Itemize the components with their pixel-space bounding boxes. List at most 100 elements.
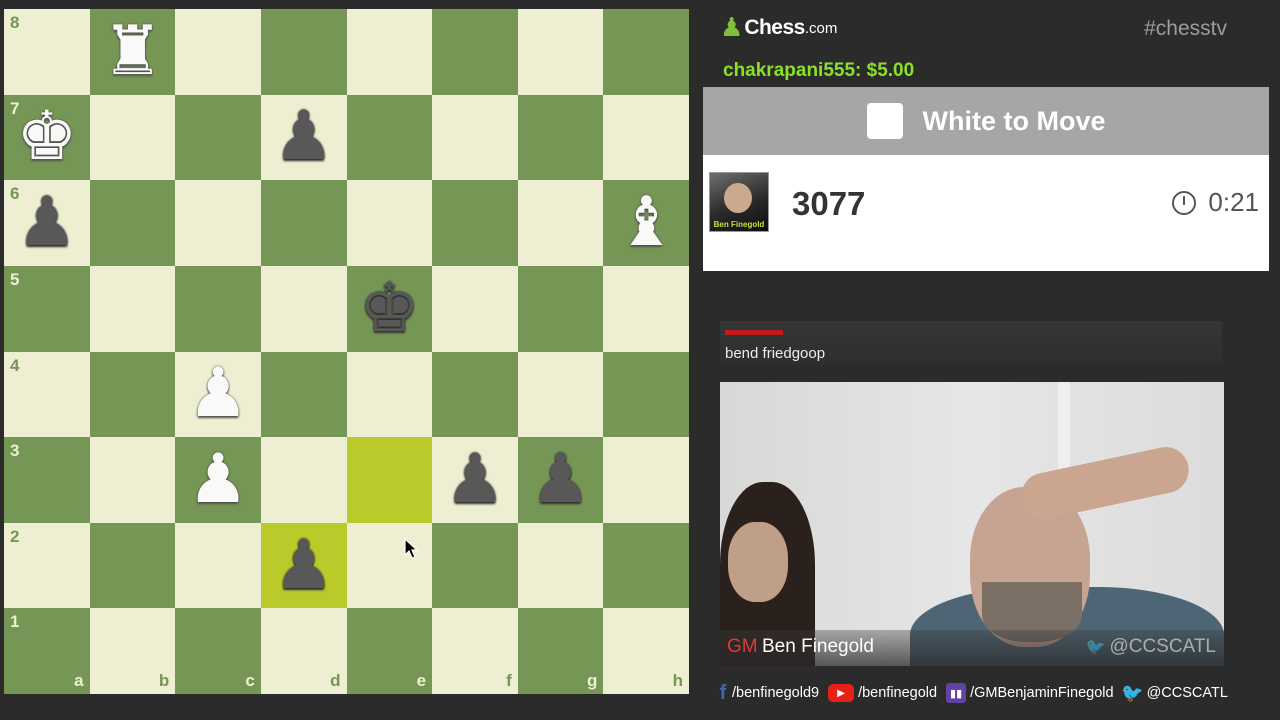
square-h5[interactable] (603, 265, 689, 352)
social-link-twitter[interactable]: 🐦 @CCSCATL (1121, 683, 1228, 703)
social-link-facebook[interactable]: f/benfinegold9 (718, 681, 819, 704)
square-b4[interactable] (89, 351, 176, 438)
square-c3[interactable]: ♟ (175, 437, 261, 523)
square-e5[interactable]: ♚ (346, 265, 433, 352)
square-b5[interactable] (89, 265, 176, 352)
square-h2[interactable] (603, 522, 689, 609)
square-a5[interactable]: 5 (4, 265, 90, 352)
timer-value: 0:21 (1208, 187, 1259, 217)
square-c2[interactable] (175, 522, 261, 609)
square-d5[interactable] (260, 265, 347, 352)
black-king-icon[interactable]: ♚ (347, 266, 433, 352)
square-c1[interactable]: c (175, 608, 261, 694)
square-g7[interactable] (517, 94, 604, 181)
square-h1[interactable]: h (603, 608, 689, 694)
avatar-caption: Ben Finegold (713, 220, 765, 229)
square-h8[interactable] (603, 9, 689, 95)
file-label: a (74, 671, 84, 690)
square-c8[interactable] (175, 9, 261, 95)
black-pawn-icon[interactable]: ♟ (518, 437, 604, 523)
rank-label: 3 (10, 441, 20, 461)
square-b2[interactable] (89, 522, 176, 609)
square-g4[interactable] (517, 351, 604, 438)
square-d3[interactable] (260, 437, 347, 523)
square-f1[interactable]: f (432, 608, 518, 694)
square-b3[interactable] (89, 437, 176, 523)
file-label: g (586, 671, 598, 690)
black-pawn-icon[interactable]: ♟ (261, 523, 347, 609)
square-c6[interactable] (175, 180, 261, 266)
square-b7[interactable] (89, 94, 176, 181)
square-c4[interactable]: ♟ (175, 351, 261, 438)
square-g8[interactable] (517, 9, 604, 95)
square-f6[interactable] (432, 180, 518, 266)
chat-message-text: bend friedgoop (725, 345, 826, 362)
black-pawn-icon[interactable]: ♟ (261, 95, 347, 181)
black-pawn-icon[interactable]: ♟ (432, 437, 518, 523)
square-d7[interactable]: ♟ (260, 94, 347, 181)
square-c7[interactable] (175, 94, 261, 181)
social-link-label: /benfinegold (858, 685, 938, 701)
square-b8[interactable]: ♜ (89, 9, 176, 95)
square-e8[interactable] (346, 9, 433, 95)
white-pawn-icon[interactable]: ♟ (175, 437, 261, 523)
square-a1[interactable]: 1a (4, 608, 90, 694)
youtube-icon: ▶ (828, 684, 855, 702)
white-rook-icon[interactable]: ♜ (90, 9, 176, 95)
square-f3[interactable]: ♟ (432, 437, 518, 523)
mouse-cursor-icon (404, 538, 419, 559)
square-f2[interactable] (432, 522, 518, 609)
black-pawn-icon[interactable]: ♟ (4, 180, 90, 266)
square-a7[interactable]: 7 ♚ (4, 94, 90, 181)
square-g6[interactable] (517, 180, 604, 266)
pawn-icon: ♟ (720, 13, 744, 43)
square-e6[interactable] (346, 180, 433, 266)
turn-indicator: White to Move (703, 87, 1269, 155)
square-g2[interactable] (517, 522, 604, 609)
square-e2[interactable] (346, 522, 433, 609)
white-pawn-icon[interactable]: ♟ (175, 352, 261, 438)
square-h7[interactable] (603, 94, 689, 181)
square-h6[interactable]: ♝ (603, 180, 689, 266)
square-d2[interactable]: ♟ (260, 522, 347, 609)
player-timer: 0:21 (1172, 187, 1259, 218)
white-king-icon[interactable]: ♚ (4, 95, 90, 181)
square-f8[interactable] (432, 9, 518, 95)
square-e3[interactable] (346, 437, 433, 523)
square-h4[interactable] (603, 351, 689, 438)
logo-tld: .com (804, 19, 838, 37)
square-d6[interactable] (260, 180, 347, 266)
square-a2[interactable]: 2 (4, 522, 90, 609)
hashtag: #chesstv (1144, 17, 1227, 40)
square-f4[interactable] (432, 351, 518, 438)
square-e7[interactable] (346, 94, 433, 181)
square-b6[interactable] (89, 180, 176, 266)
square-a6[interactable]: 6 ♟ (4, 180, 90, 266)
webcam-handle-text: @CCSCATL (1109, 636, 1216, 657)
webcam-nameplate: GM Ben Finegold 🐦 @CCSCATL (720, 630, 1224, 666)
square-c5[interactable] (175, 265, 261, 352)
square-e1[interactable]: e (346, 608, 433, 694)
social-link-twitch[interactable]: ▮▮/GMBenjaminFinegold (946, 683, 1114, 703)
facebook-icon: f (719, 681, 727, 704)
square-d8[interactable] (260, 9, 347, 95)
square-a3[interactable]: 3 (4, 437, 90, 523)
social-link-label: @CCSCATL (1146, 685, 1228, 701)
chess-board[interactable]: 8 ♜ 7 ♚ ♟ 6 ♟ ♝ 5 ♚ 4 ♟ 3 ♟ ♟ ♟ 2 ♟ 1 a b c d e f g h (4, 9, 689, 694)
square-d4[interactable] (260, 351, 347, 438)
square-e4[interactable] (346, 351, 433, 438)
square-g1[interactable]: g (517, 608, 604, 694)
file-label: h (672, 671, 683, 690)
square-g3[interactable]: ♟ (517, 437, 604, 523)
square-h3[interactable] (603, 437, 689, 523)
square-f5[interactable] (432, 265, 518, 352)
social-link-youtube[interactable]: ▶/benfinegold (828, 684, 937, 702)
white-bishop-icon[interactable]: ♝ (603, 180, 689, 266)
square-b1[interactable]: b (89, 608, 176, 694)
square-f7[interactable] (432, 94, 518, 181)
square-a8[interactable]: 8 (4, 9, 90, 95)
square-a4[interactable]: 4 (4, 351, 90, 438)
square-d1[interactable]: d (260, 608, 347, 694)
file-label: e (416, 671, 427, 690)
square-g5[interactable] (517, 265, 604, 352)
